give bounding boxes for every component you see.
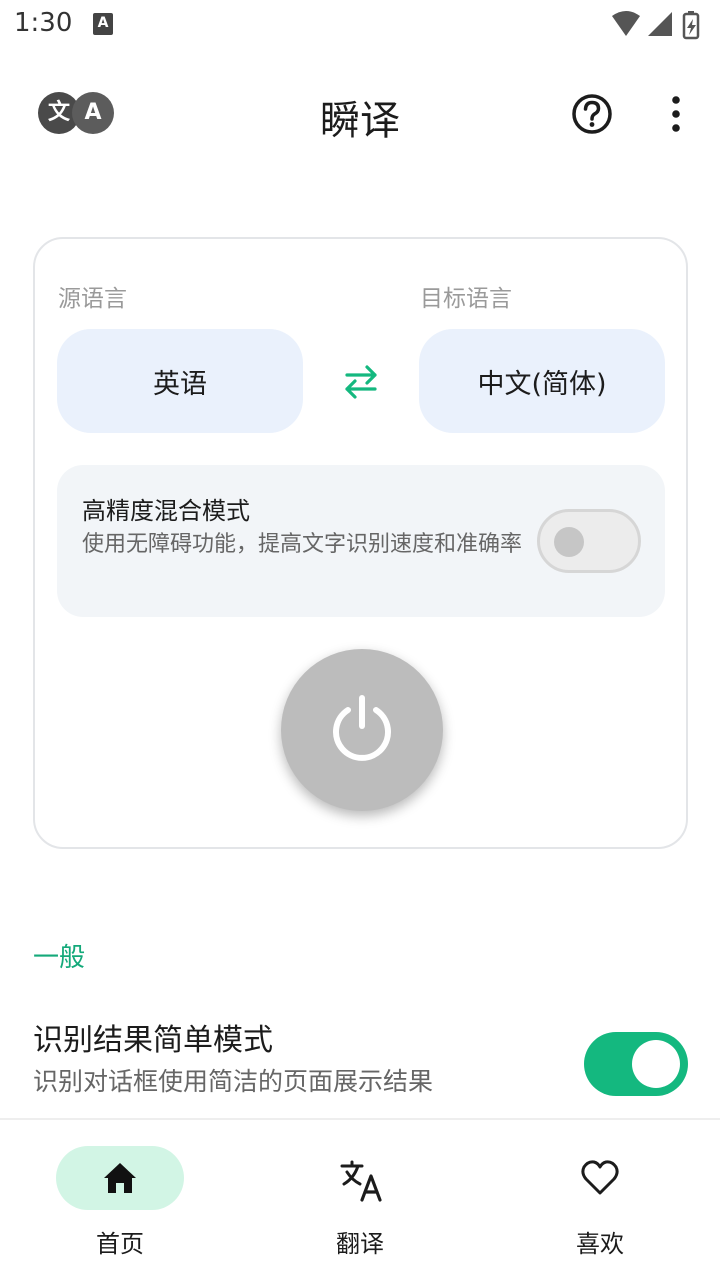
- power-icon: [333, 695, 391, 761]
- help-circle-icon[interactable]: [570, 92, 614, 136]
- status-icons: [610, 10, 710, 40]
- toggle-knob: [632, 1040, 680, 1088]
- source-language-value: 英语: [153, 368, 207, 400]
- nav-item-translate[interactable]: 翻译: [240, 1120, 480, 1280]
- target-language-label: 目标语言: [420, 286, 512, 312]
- high-precision-mode-row[interactable]: 高精度混合模式 使用无障碍功能，提高文字识别速度和准确率: [57, 465, 665, 617]
- nav-item-home[interactable]: 首页: [0, 1120, 240, 1280]
- heart-icon: [580, 1158, 620, 1198]
- more-vertical-icon[interactable]: [664, 92, 688, 136]
- target-language-value: 中文(简体): [477, 368, 607, 400]
- status-bar: 1:30 A: [0, 0, 720, 50]
- signal-icon: [648, 12, 672, 36]
- bottom-navigation: 首页 翻译 喜欢: [0, 1118, 720, 1280]
- toggle-knob: [554, 527, 584, 557]
- app-bar: 文 A 瞬译: [0, 70, 720, 156]
- notification-icon: A: [93, 13, 113, 35]
- simple-mode-title: 识别结果简单模式: [33, 1023, 273, 1058]
- nav-item-favorites[interactable]: 喜欢: [480, 1120, 720, 1280]
- high-precision-toggle[interactable]: [537, 509, 641, 573]
- nav-label-favorites: 喜欢: [576, 1230, 624, 1258]
- translate-icon: [340, 1158, 382, 1202]
- swap-arrows-icon[interactable]: [337, 361, 385, 401]
- home-icon: [100, 1158, 140, 1198]
- high-precision-title: 高精度混合模式: [82, 497, 250, 525]
- power-button[interactable]: [281, 649, 443, 811]
- source-language-button[interactable]: 英语: [57, 329, 303, 433]
- target-language-button[interactable]: 中文(简体): [419, 329, 665, 433]
- battery-icon: [682, 11, 700, 40]
- general-section-title: 一般: [33, 943, 86, 973]
- simple-mode-description: 识别对话框使用简洁的页面展示结果: [33, 1067, 434, 1096]
- nav-label-translate: 翻译: [336, 1230, 384, 1258]
- wifi-icon: [612, 11, 640, 36]
- source-language-label: 源语言: [58, 286, 127, 312]
- status-time: 1:30: [14, 8, 73, 38]
- nav-label-home: 首页: [96, 1230, 144, 1258]
- high-precision-description: 使用无障碍功能，提高文字识别速度和准确率: [82, 532, 523, 557]
- translator-card: 源语言 目标语言 英语 中文(简体) 高精度混合模式 使用无障碍功能，提高文字识…: [33, 237, 688, 849]
- simple-mode-toggle[interactable]: [584, 1032, 688, 1096]
